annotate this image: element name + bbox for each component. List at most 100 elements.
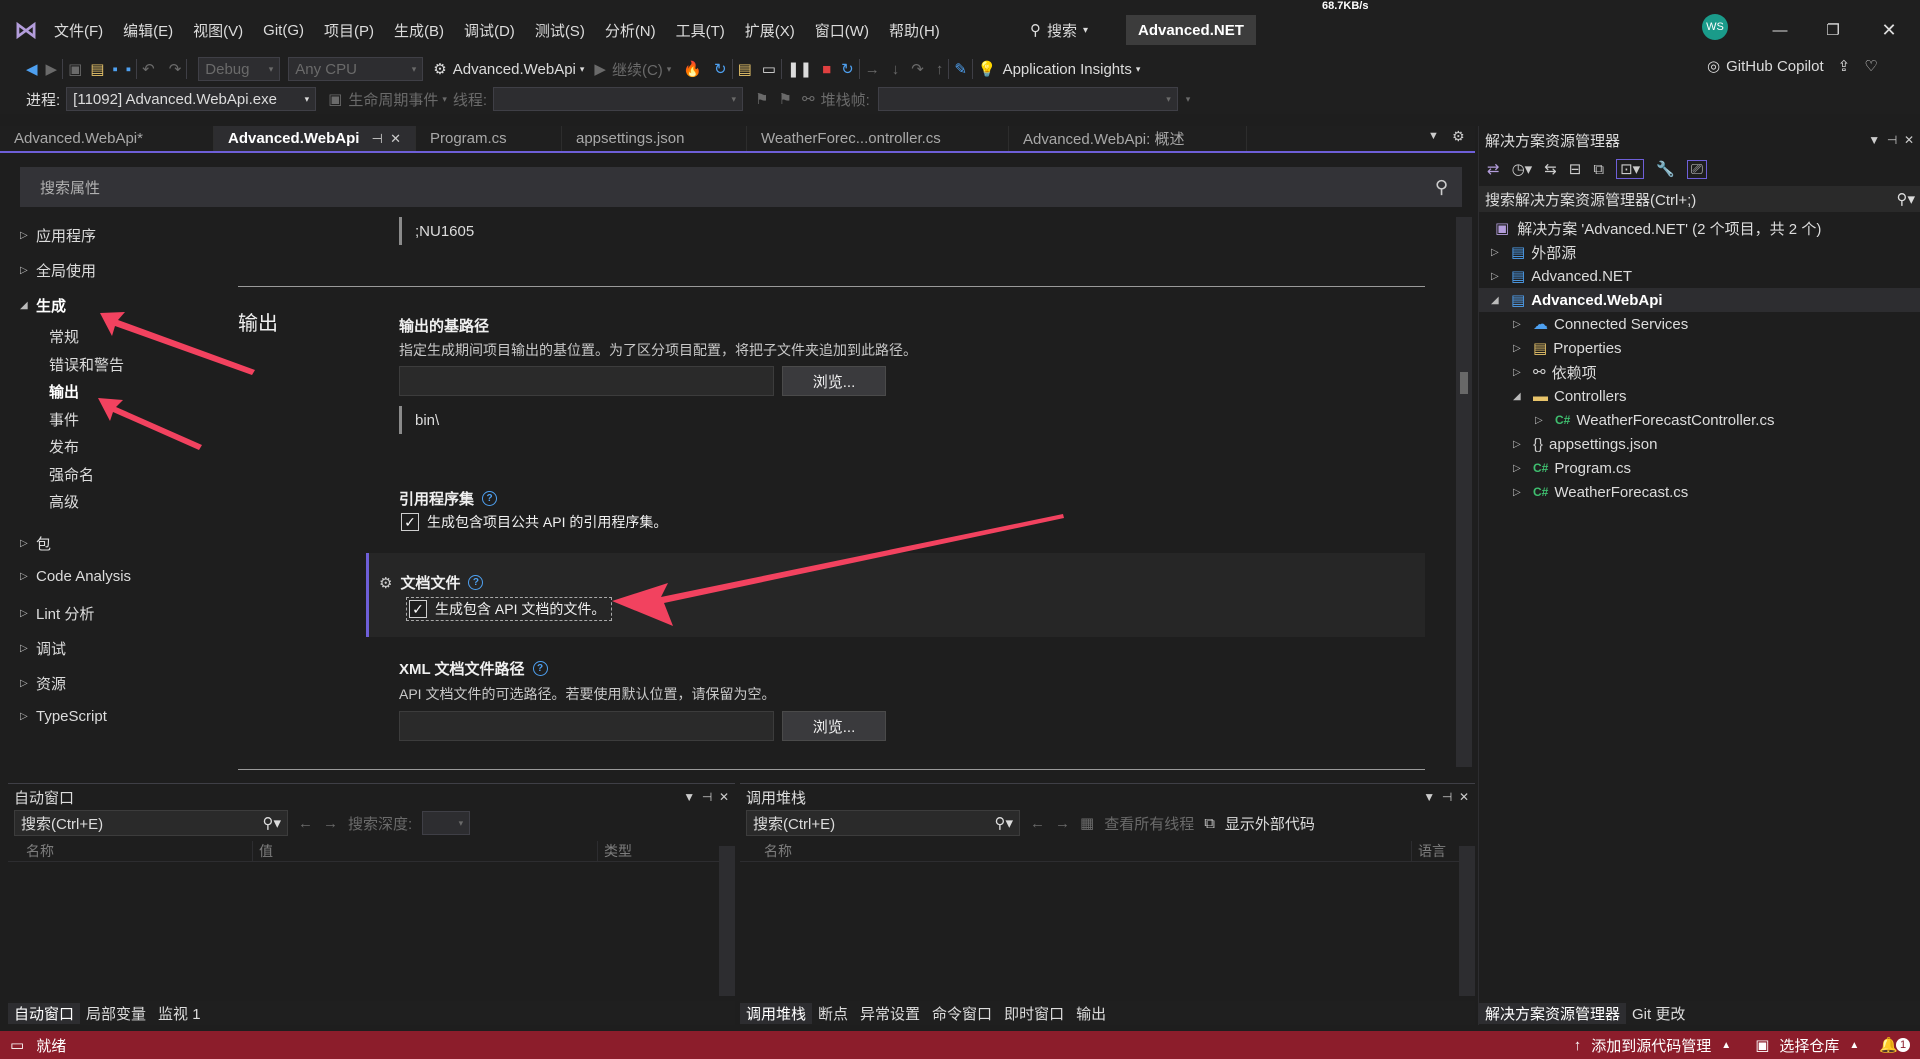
github-copilot-button[interactable]: ◎ GitHub Copilot ⇪ ♡: [1707, 57, 1878, 76]
toolbar-options-icon[interactable]: ▾: [1186, 94, 1191, 105]
autos-search-input[interactable]: 搜索(Ctrl+E) ⚲▾: [14, 810, 288, 836]
nav-global-usings[interactable]: ▷ 全局使用: [20, 260, 96, 281]
help-icon[interactable]: ?: [532, 661, 548, 676]
tree-appsettings-json[interactable]: ▷{} appsettings.json: [1513, 432, 1657, 456]
gear-icon[interactable]: ⚙: [379, 574, 392, 592]
browse-button[interactable]: 浏览...: [782, 711, 886, 741]
close-icon[interactable]: ✕: [1874, 18, 1904, 42]
column-language[interactable]: 语言: [1412, 841, 1446, 861]
column-name[interactable]: 名称: [740, 840, 1412, 861]
help-icon[interactable]: ?: [482, 491, 498, 506]
pause-icon[interactable]: ❚❚: [787, 60, 812, 78]
preview-icon[interactable]: ⎚: [1686, 159, 1707, 179]
tab-output[interactable]: 输出: [1070, 1003, 1112, 1024]
browse-button[interactable]: 浏览...: [782, 366, 886, 396]
gear-icon[interactable]: ⚙: [1452, 128, 1465, 145]
view-all-threads-button[interactable]: 查看所有线程: [1104, 813, 1194, 834]
menu-view[interactable]: 视图(V): [183, 20, 253, 41]
feedback-icon[interactable]: ♡: [1864, 57, 1877, 75]
sync-icon[interactable]: ⇆: [1544, 160, 1557, 178]
minimize-icon[interactable]: —: [1765, 18, 1795, 42]
navigate-forward-icon[interactable]: ▶: [46, 60, 58, 78]
filter-icon[interactable]: ⚯: [802, 90, 815, 108]
menu-tools[interactable]: 工具(T): [666, 20, 735, 41]
nav-build-strong-naming[interactable]: 强命名: [49, 464, 94, 485]
search-back-icon[interactable]: ←: [298, 815, 313, 832]
menu-help[interactable]: 帮助(H): [879, 20, 950, 41]
tree-controllers[interactable]: ◢ ▬ Controllers: [1513, 384, 1627, 408]
add-to-source-control-button[interactable]: 添加到源代码管理: [1591, 1035, 1711, 1056]
tree-weatherforecast-cs[interactable]: ▷ C# WeatherForecast.cs: [1513, 480, 1688, 504]
tab-appsettings-json[interactable]: appsettings.json: [562, 126, 747, 151]
stop-icon[interactable]: ■: [822, 61, 831, 78]
tab-exception-settings[interactable]: 异常设置: [854, 1003, 926, 1024]
search-back-icon[interactable]: ←: [1030, 815, 1045, 832]
base-output-path-input[interactable]: [399, 366, 774, 396]
tab-solution-explorer[interactable]: 解决方案资源管理器: [1479, 1002, 1627, 1024]
tree-advanced-net[interactable]: ▷ ▤ Advanced.NET: [1491, 264, 1632, 288]
restart-icon[interactable]: ↻: [714, 60, 727, 78]
restore-icon[interactable]: ❐: [1818, 18, 1848, 42]
preview-selected-icon[interactable]: ⊡▾: [1616, 159, 1645, 179]
flag-threads-icon[interactable]: ⚑: [779, 90, 792, 108]
save-all-icon[interactable]: ▪: [126, 61, 131, 78]
vertical-scrollbar[interactable]: [1456, 217, 1472, 767]
documentation-file-option[interactable]: ✓ 生成包含 API 文档的文件。: [406, 597, 613, 621]
thread-dropdown[interactable]: ▾: [493, 87, 744, 111]
stack-frame-dropdown[interactable]: ▾: [877, 87, 1178, 111]
tab-list-dropdown-icon[interactable]: ▼: [1428, 130, 1439, 142]
open-folder-icon[interactable]: ▤: [90, 60, 104, 78]
pin-icon[interactable]: ⊣: [372, 131, 383, 146]
nav-build-general[interactable]: 常规: [49, 326, 79, 347]
wrench-icon[interactable]: 🔧: [1656, 160, 1675, 178]
documentation-file-checkbox[interactable]: ✓: [409, 600, 427, 618]
close-icon[interactable]: ✕: [1904, 133, 1914, 147]
search-depth-dropdown[interactable]: ▾: [422, 811, 471, 835]
tree-properties[interactable]: ▷ ▤ Properties: [1513, 336, 1622, 360]
continue-icon[interactable]: ▶: [594, 60, 606, 78]
menu-debug[interactable]: 调试(D): [454, 20, 525, 41]
nav-build-advanced[interactable]: 高级: [49, 491, 79, 512]
new-item-icon[interactable]: ▣: [68, 60, 82, 78]
vertical-scrollbar[interactable]: [719, 846, 735, 996]
nav-typescript[interactable]: ▷ TypeScript: [20, 708, 107, 725]
configuration-dropdown[interactable]: Debug ▾: [198, 57, 281, 81]
tree-solution-root[interactable]: ▣ 解决方案 'Advanced.NET' (2 个项目，共 2 个): [1495, 216, 1821, 240]
tree-advanced-webapi[interactable]: ◢ ▤ Advanced.WebApi: [1479, 288, 1920, 312]
tree-program-cs[interactable]: ▷ C# Program.cs: [1513, 456, 1631, 480]
tree-external-sources[interactable]: ▷ ▤ 外部源: [1491, 240, 1576, 264]
nav-debug[interactable]: ▷ 调试: [20, 638, 66, 659]
tab-breakpoints[interactable]: 断点: [812, 1003, 854, 1024]
navigate-back-icon[interactable]: ◀: [26, 60, 38, 78]
help-icon[interactable]: ?: [468, 575, 484, 590]
search-forward-icon[interactable]: →: [323, 815, 338, 832]
redo-icon[interactable]: ↷: [169, 60, 182, 78]
diagnostic-icon[interactable]: ✎: [954, 60, 967, 78]
menu-extensions[interactable]: 扩展(X): [735, 20, 805, 41]
dropdown-icon[interactable]: ▼: [1868, 133, 1880, 147]
step-out-icon[interactable]: ↑: [936, 61, 944, 78]
nav-resources[interactable]: ▷ 资源: [20, 673, 66, 694]
menu-project[interactable]: 项目(P): [314, 20, 384, 41]
undo-icon[interactable]: ↶: [142, 60, 155, 78]
save-icon[interactable]: ▪: [112, 61, 117, 78]
tree-weatherforecastcontroller-cs[interactable]: ▷ C# WeatherForecastController.cs: [1535, 408, 1774, 432]
collapse-all-icon[interactable]: ⊟: [1569, 160, 1582, 178]
dropdown-icon[interactable]: ▼: [683, 790, 695, 804]
nav-build-events[interactable]: 事件: [49, 409, 79, 430]
vertical-scrollbar[interactable]: [1459, 846, 1475, 996]
menu-file[interactable]: 文件(F): [44, 20, 113, 41]
reference-assembly-checkbox[interactable]: ✓: [401, 513, 419, 531]
history-icon[interactable]: ◷▾: [1512, 160, 1533, 178]
hot-reload-icon[interactable]: 🔥: [683, 60, 702, 78]
switch-views-icon[interactable]: ⇄: [1487, 160, 1500, 178]
menu-window[interactable]: 窗口(W): [805, 20, 879, 41]
share-icon[interactable]: ⇪: [1838, 57, 1851, 75]
step-into-icon[interactable]: ↓: [892, 61, 900, 78]
nav-build-publish[interactable]: 发布: [49, 436, 79, 457]
tab-program-cs[interactable]: Program.cs: [416, 126, 562, 151]
nav-build[interactable]: ◢ 生成: [20, 295, 66, 316]
application-insights-dropdown[interactable]: Application Insights: [1003, 61, 1132, 78]
nav-build-errors-warnings[interactable]: 错误和警告: [49, 354, 124, 375]
tree-dependencies[interactable]: ▷ ⚯ 依赖项: [1513, 360, 1597, 384]
